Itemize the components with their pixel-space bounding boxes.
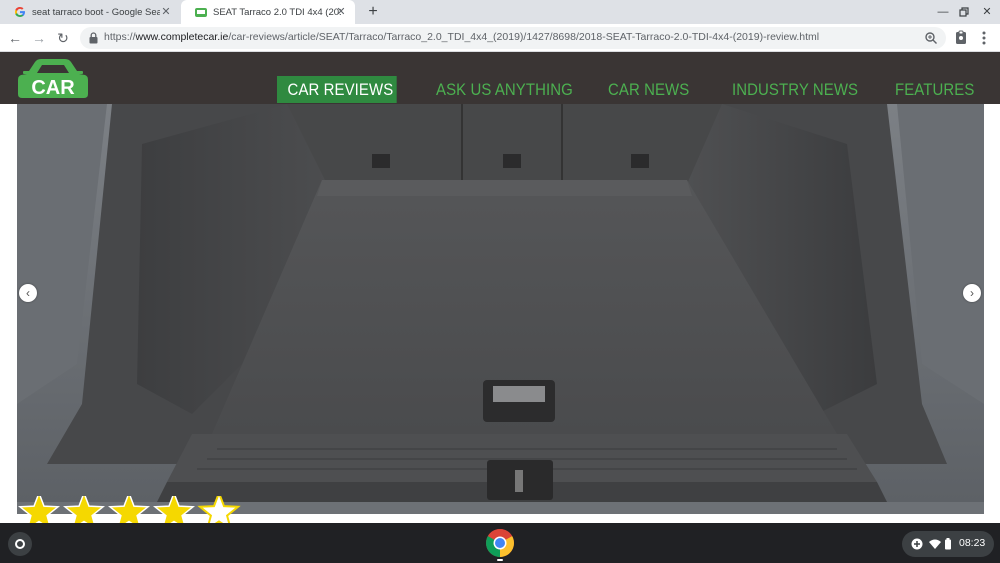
new-tab-button[interactable]: +: [364, 3, 382, 21]
browser-toolbar: ← → ↻ https://www.completecar.ie/car-rev…: [0, 24, 1000, 52]
close-window-icon[interactable]: ✕: [978, 4, 996, 20]
wifi-icon: [929, 539, 941, 549]
star-filled-icon: [17, 490, 61, 531]
address-bar[interactable]: https://www.completecar.ie/car-reviews/a…: [80, 27, 946, 49]
restore-window-icon[interactable]: [955, 4, 973, 20]
back-icon[interactable]: ←: [6, 29, 24, 47]
star-rating: [17, 490, 247, 532]
close-tab-icon[interactable]: ✕: [160, 6, 172, 18]
menu-kebab-icon[interactable]: [976, 30, 992, 46]
star-filled-icon: [62, 490, 106, 531]
nav-ask-us-anything[interactable]: ASK US ANYTHING: [436, 76, 573, 103]
battery-icon: [945, 538, 951, 550]
google-icon: [14, 6, 26, 18]
completecar-icon: [195, 6, 207, 18]
minimize-window-icon[interactable]: —: [934, 4, 952, 20]
url-path: /car-reviews/article/SEAT/Tarraco/Tarrac…: [228, 31, 820, 43]
star-filled-icon: [152, 490, 196, 531]
completecar-logo[interactable]: CAR: [17, 56, 89, 101]
forward-icon[interactable]: →: [30, 29, 48, 47]
url-text: https://www.completecar.ie/car-reviews/a…: [104, 31, 819, 43]
chrome-icon[interactable]: [485, 528, 515, 558]
star-filled-icon: [107, 490, 151, 531]
tab-title: SEAT Tarraco 2.0 TDI 4x4 (2019) review: [213, 6, 341, 18]
review-photo-carousel[interactable]: ‹ ›: [17, 104, 984, 514]
extension-icon[interactable]: [953, 30, 969, 46]
tab-completecar-review[interactable]: SEAT Tarraco 2.0 TDI 4x4 (2019) review ✕: [181, 0, 355, 24]
star-empty-icon: [197, 490, 241, 532]
url-host: www.completecar.ie: [135, 31, 229, 43]
car-boot-photo: [17, 104, 984, 514]
lock-icon: [89, 32, 98, 44]
status-tray[interactable]: 08:23: [902, 531, 994, 557]
reload-icon[interactable]: ↻: [54, 29, 72, 47]
os-shelf: 08:23: [0, 523, 1000, 563]
nav-features[interactable]: FEATURES: [895, 76, 974, 103]
star-rating-graphic: [17, 490, 241, 532]
site-header: CAR CAR REVIEWS ASK US ANYTHING CAR NEWS…: [0, 52, 1000, 104]
carousel-next-icon[interactable]: ›: [963, 284, 981, 302]
carousel-prev-icon[interactable]: ‹: [19, 284, 37, 302]
tab-google-search[interactable]: seat tarraco boot - Google Search ✕: [0, 0, 180, 24]
logo-text: CAR: [31, 77, 75, 99]
running-indicator: [497, 559, 503, 561]
clock-time: 08:23: [959, 537, 986, 549]
launcher-button[interactable]: [8, 532, 32, 556]
close-tab-icon[interactable]: ✕: [335, 6, 347, 18]
url-scheme: https://: [104, 31, 136, 43]
nav-car-news[interactable]: CAR NEWS: [608, 76, 689, 103]
nav-industry-news[interactable]: INDUSTRY NEWS: [732, 76, 858, 103]
add-circle-icon: [911, 538, 923, 550]
tab-strip: seat tarraco boot - Google Search ✕ SEAT…: [0, 0, 1000, 24]
tab-title: seat tarraco boot - Google Search: [32, 6, 160, 18]
nav-car-reviews[interactable]: CAR REVIEWS: [277, 76, 397, 103]
zoom-icon[interactable]: [924, 31, 938, 45]
